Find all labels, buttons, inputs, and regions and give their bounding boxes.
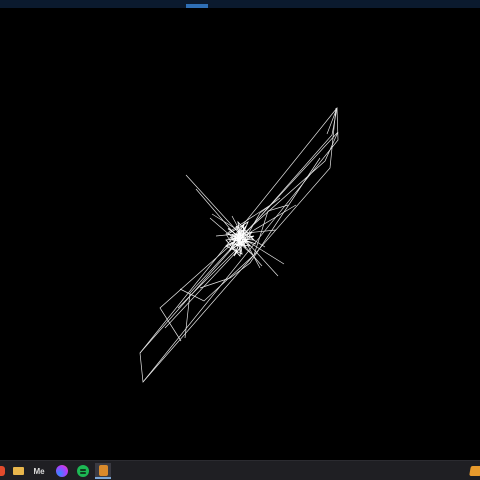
wireframe-render — [139, 107, 339, 383]
tray-app-icon[interactable] — [468, 463, 480, 479]
spotify-icon[interactable] — [75, 463, 91, 479]
messenger-icon[interactable] — [54, 463, 70, 479]
taskbar: Me — [0, 460, 480, 480]
active-app-icon[interactable] — [95, 463, 111, 479]
me-app-label: Me — [33, 466, 45, 476]
folder-icon[interactable] — [10, 463, 26, 479]
render-canvas — [0, 8, 480, 460]
top-title-bar — [0, 0, 480, 8]
me-app-icon[interactable]: Me — [31, 463, 47, 479]
